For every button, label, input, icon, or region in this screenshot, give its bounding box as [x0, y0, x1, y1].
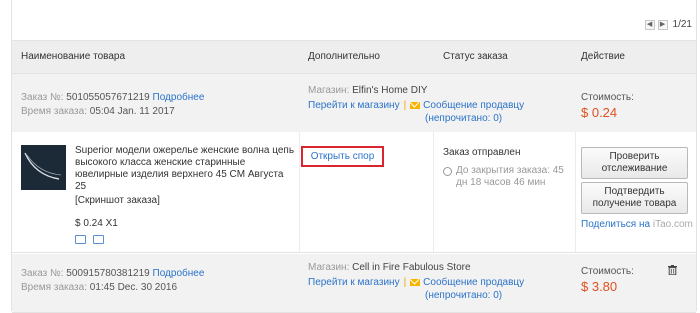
- goto-store-link[interactable]: Перейти к магазину: [308, 277, 400, 288]
- unread-count[interactable]: (непрочитано: 0): [308, 290, 502, 301]
- order-summary-row: Заказ №: 501055057671219 Подробнее Время…: [12, 74, 696, 133]
- product-thumbnail[interactable]: [21, 145, 66, 190]
- page-indicator: 1/21: [672, 19, 692, 30]
- chevron-left-icon[interactable]: ◀: [644, 19, 655, 30]
- order-screenshot-link[interactable]: [Скриншот заказа]: [75, 195, 160, 206]
- cost-value: $ 3.80: [581, 279, 618, 294]
- store-name: Elfin's Home DIY: [352, 85, 428, 96]
- envelope-icon: [410, 102, 421, 109]
- orders-panel: ◀ ▶ 1/21 Наименование товара Дополнитель…: [11, 0, 697, 313]
- order-timer: До закрытия заказа: 45 дн 18 часов 46 ми…: [443, 165, 573, 189]
- item-price: $ 0.24 X1: [75, 218, 118, 229]
- store-info: Магазин: Elfin's Home DIY: [308, 85, 428, 96]
- product-title[interactable]: Superior модели ожерелье женские волна ц…: [75, 145, 297, 193]
- truck-icon[interactable]: [75, 235, 86, 244]
- order-number: Заказ №: 500915780381219 Подробнее: [21, 268, 205, 279]
- unread-count[interactable]: (непрочитано: 0): [308, 113, 502, 124]
- column-header-additional: Дополнительно: [308, 51, 380, 62]
- confirm-receipt-button[interactable]: Подтвердить получение товара: [581, 182, 688, 214]
- cost-value: $ 0.24: [581, 105, 618, 120]
- clock-icon: [443, 167, 452, 176]
- open-dispute-button[interactable]: Открыть спор: [301, 146, 384, 167]
- order-time: Время заказа: 05:04 Jan. 11 2017: [21, 106, 175, 117]
- cost-label: Стоимость:: [581, 92, 634, 103]
- check-tracking-button[interactable]: Проверить отслеживание: [581, 147, 688, 179]
- store-info: Магазин: Cell in Fire Fabulous Store: [308, 262, 471, 273]
- order-summary-row: Заказ №: 500915780381219 Подробнее Время…: [12, 254, 696, 313]
- share-link[interactable]: Поделиться на iTao.com: [581, 219, 693, 230]
- column-header-status: Статус заказа: [443, 51, 508, 62]
- order-details-link[interactable]: Подробнее: [153, 92, 205, 103]
- order-number: Заказ №: 501055057671219 Подробнее: [21, 92, 205, 103]
- goto-store-link[interactable]: Перейти к магазину: [308, 100, 400, 111]
- cost-label: Стоимость:: [581, 266, 634, 277]
- store-links: Перейти к магазину | Сообщение продавцу (н…: [308, 277, 525, 301]
- message-seller-link[interactable]: Сообщение продавцу: [423, 100, 524, 111]
- store-links: Перейти к магазину | Сообщение продавцу (н…: [308, 100, 525, 124]
- trash-icon[interactable]: [668, 265, 677, 275]
- itao-logo: iTao.com: [652, 219, 693, 230]
- order-details-link[interactable]: Подробнее: [153, 268, 205, 279]
- message-seller-link[interactable]: Сообщение продавцу: [423, 277, 524, 288]
- order-status: Заказ отправлен: [443, 147, 521, 158]
- column-header-action: Действие: [581, 51, 625, 62]
- store-name: Cell in Fire Fabulous Store: [352, 262, 471, 273]
- card-icon[interactable]: [93, 235, 104, 244]
- table-header: Наименование товара Дополнительно Статус…: [12, 40, 696, 74]
- chevron-right-icon[interactable]: ▶: [657, 19, 668, 30]
- pagination: ◀ ▶ 1/21: [644, 19, 692, 30]
- envelope-icon: [410, 279, 421, 286]
- column-header-product: Наименование товара: [21, 51, 126, 62]
- order-time: Время заказа: 01:45 Dec. 30 2016: [21, 282, 178, 293]
